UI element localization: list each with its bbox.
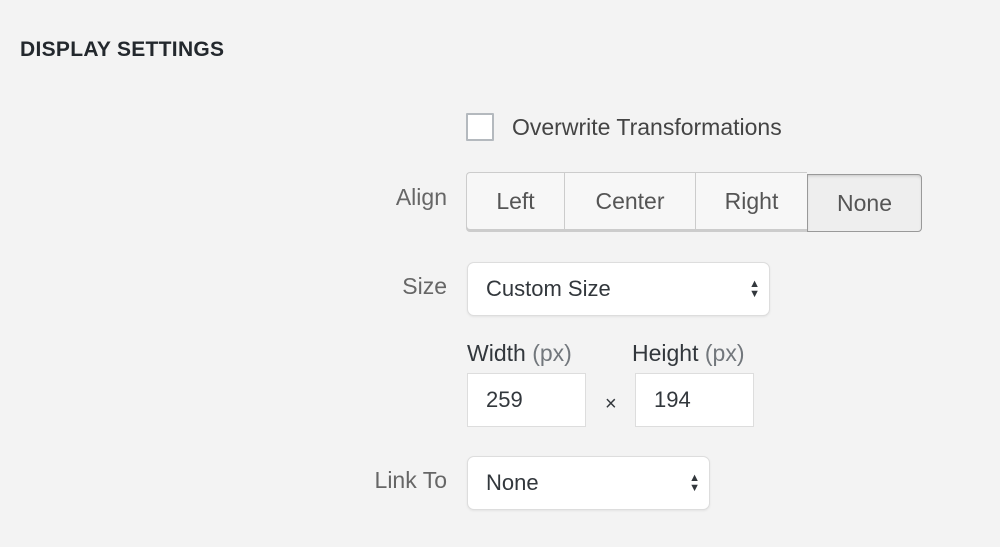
align-button-group: Left Center Right None bbox=[466, 172, 922, 232]
link-to-select[interactable]: None ▲ ▼ bbox=[467, 456, 710, 510]
overwrite-transformations-row[interactable]: Overwrite Transformations bbox=[466, 113, 782, 141]
align-right-button[interactable]: Right bbox=[695, 172, 807, 230]
link-to-label: Link To bbox=[374, 467, 447, 493]
align-center-button[interactable]: Center bbox=[564, 172, 695, 230]
up-down-arrows-icon: ▲ ▼ bbox=[749, 278, 760, 300]
height-input[interactable]: 194 bbox=[635, 373, 754, 427]
overwrite-transformations-checkbox[interactable] bbox=[466, 113, 494, 141]
height-label-text: Height bbox=[632, 340, 699, 366]
link-to-select-value: None bbox=[486, 470, 539, 495]
width-input[interactable]: 259 bbox=[467, 373, 586, 427]
size-select[interactable]: Custom Size ▲ ▼ bbox=[467, 262, 770, 316]
up-down-arrows-icon: ▲ ▼ bbox=[689, 472, 700, 494]
size-label: Size bbox=[402, 273, 447, 299]
width-unit: (px) bbox=[532, 340, 572, 366]
section-title: DISPLAY SETTINGS bbox=[20, 38, 225, 61]
align-left-button[interactable]: Left bbox=[466, 172, 564, 230]
size-select-value: Custom Size bbox=[486, 276, 611, 301]
width-label: Width (px) bbox=[467, 340, 572, 367]
height-unit: (px) bbox=[704, 340, 745, 366]
align-none-button[interactable]: None bbox=[807, 174, 922, 232]
overwrite-transformations-label[interactable]: Overwrite Transformations bbox=[512, 114, 782, 141]
width-label-text: Width bbox=[467, 340, 526, 366]
height-label: Height (px) bbox=[632, 340, 745, 367]
align-label: Align bbox=[395, 184, 447, 210]
dimension-separator: × bbox=[605, 393, 617, 415]
